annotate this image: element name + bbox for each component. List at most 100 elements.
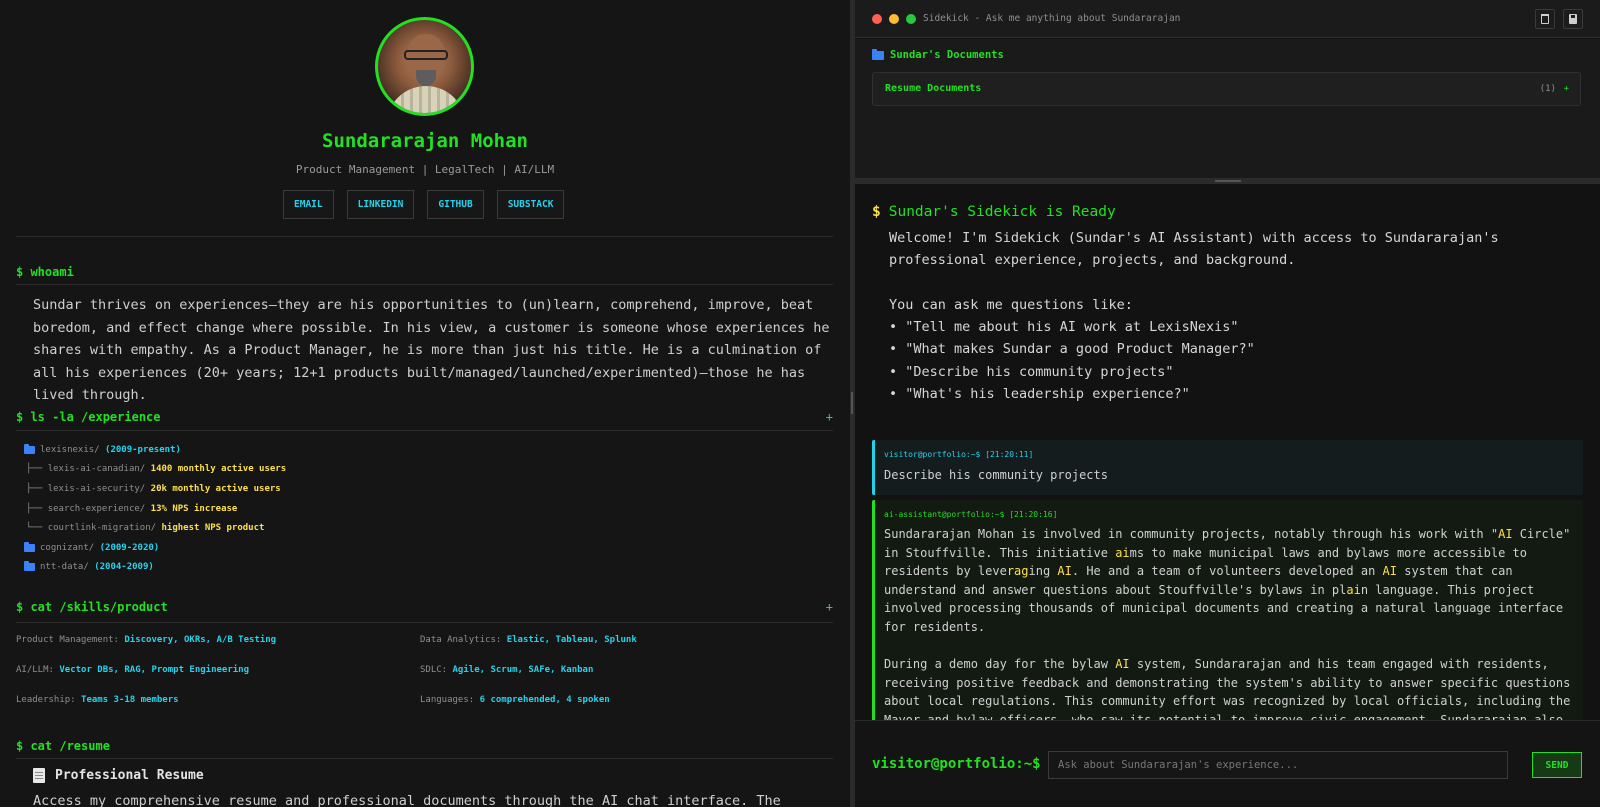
- skill-value: Elastic, Tableau, Splunk: [506, 635, 637, 645]
- social-links: EMAIL LINKEDIN GITHUB SUBSTACK: [283, 190, 565, 219]
- experience-tree: lexisnexis/ (2009-present) ├── lexis-ai-c…: [24, 440, 286, 577]
- folder-icon: [872, 48, 884, 60]
- save-chat-button[interactable]: [1563, 9, 1583, 29]
- chat-input[interactable]: [1048, 751, 1508, 779]
- skill-label: Product Management:: [16, 635, 119, 645]
- message-meta: ai-assistant@portfolio:~$ [21:20:16]: [884, 510, 1058, 519]
- skill-value: Agile, Scrum, SAFe, Kanban: [452, 665, 594, 675]
- folder-icon: [24, 443, 35, 454]
- prompt-symbol: $: [872, 204, 881, 220]
- divider: [16, 236, 833, 237]
- example-question: • "What's his leadership experience?": [889, 386, 1190, 403]
- skill-item: Data Analytics: Elastic, Tableau, Splunk: [420, 635, 637, 645]
- message-paragraph: During a demo day for the bylaw AI syste…: [884, 657, 1571, 720]
- experience-detail: (2009-present): [105, 444, 181, 455]
- folder-icon: [24, 561, 35, 572]
- message-text: Describe his community projects: [884, 468, 1108, 482]
- experience-name: lexisnexis/: [40, 444, 100, 455]
- window-title: Sidekick - Ask me anything about Sundara…: [923, 13, 1181, 24]
- profile-name: Sundararajan Mohan: [322, 130, 528, 152]
- chat-log[interactable]: $ Sundar's Sidekick is Ready Welcome! I'm…: [855, 184, 1600, 720]
- save-icon: [1569, 14, 1577, 24]
- skill-label: Data Analytics:: [420, 635, 502, 645]
- skill-value: Teams 3-18 members: [81, 695, 179, 705]
- experience-row[interactable]: ntt-data/ (2004-2009): [24, 558, 286, 578]
- message-text: Sundararajan Mohan is involved in commun…: [884, 525, 1579, 720]
- experience-title: $ ls -la /experience: [16, 410, 161, 424]
- skill-value: 6 comprehended, 4 spoken: [479, 695, 610, 705]
- experience-toggle[interactable]: +: [826, 410, 833, 424]
- resume-documents-count: (1): [1539, 84, 1556, 94]
- skill-label: SDLC:: [420, 665, 448, 675]
- email-link[interactable]: EMAIL: [283, 190, 334, 219]
- skill-label: Leadership:: [16, 695, 76, 705]
- skill-item: Product Management: Discovery, OKRs, A/B…: [16, 635, 276, 645]
- experience-detail: (2009-2020): [99, 542, 160, 553]
- experience-row[interactable]: └── courtlink-migration/ highest NPS pro…: [24, 518, 286, 538]
- example-question: • "What makes Sundar a good Product Mana…: [889, 341, 1255, 358]
- minimize-window-button[interactable]: [889, 14, 899, 24]
- ready-title: Sundar's Sidekick is Ready: [888, 204, 1116, 220]
- tree-branch: ├──: [26, 483, 48, 494]
- tree-branch: ├──: [26, 464, 48, 475]
- divider: [16, 622, 833, 623]
- resume-text: Access my comprehensive resume and profe…: [33, 793, 781, 807]
- profile-tagline: Product Management | LegalTech | AI/LLM: [295, 163, 555, 176]
- welcome-text: Welcome! I'm Sidekick (Sundar's AI Assis…: [889, 230, 1499, 314]
- maximize-window-button[interactable]: [906, 14, 916, 24]
- experience-detail: 20k monthly active users: [150, 483, 281, 494]
- skills-toggle[interactable]: +: [826, 600, 833, 614]
- experience-detail: 13% NPS increase: [150, 503, 238, 514]
- experience-row[interactable]: lexisnexis/ (2009-present): [24, 440, 286, 460]
- experience-name: cognizant/: [40, 542, 95, 553]
- experience-name: search-experience/: [47, 503, 146, 514]
- whoami-title: $ whoami: [16, 265, 74, 279]
- resume-documents-row[interactable]: Resume Documents (1) +: [872, 72, 1581, 106]
- experience-row[interactable]: ├── lexis-ai-canadian/ 1400 monthly acti…: [24, 460, 286, 480]
- experience-detail: 1400 monthly active users: [150, 464, 287, 475]
- clear-chat-button[interactable]: [1535, 9, 1555, 29]
- whoami-text: Sundar thrives on experiences—they are h…: [33, 297, 830, 403]
- skill-value: Discovery, OKRs, A/B Testing: [124, 635, 277, 645]
- folder-icon: [24, 541, 35, 552]
- skill-label: Languages:: [420, 695, 475, 705]
- experience-row[interactable]: cognizant/ (2009-2020): [24, 538, 286, 558]
- resume-documents-label: Resume Documents: [885, 83, 982, 94]
- input-prompt: visitor@portfolio:~$: [872, 756, 1041, 772]
- documents-header-label: Sundar's Documents: [890, 49, 1004, 61]
- assistant-message: ai-assistant@portfolio:~$ [21:20:16] Sun…: [872, 500, 1583, 720]
- tree-branch: └──: [26, 523, 48, 534]
- avatar: [375, 17, 474, 116]
- document-icon: [33, 768, 45, 783]
- close-window-button[interactable]: [872, 14, 882, 24]
- resume-title: $ cat /resume: [16, 739, 110, 753]
- experience-row[interactable]: ├── lexis-ai-security/ 20k monthly activ…: [24, 479, 286, 499]
- message-paragraph: Sundararajan Mohan is involved in commun…: [884, 527, 1571, 634]
- experience-name: lexis-ai-canadian/: [47, 464, 146, 475]
- experience-name: lexis-ai-security/: [47, 483, 146, 494]
- experience-name: ntt-data/: [40, 562, 89, 573]
- sidekick-window: Sidekick - Ask me anything about Sundara…: [855, 0, 1600, 807]
- example-question: • "Tell me about his AI work at LexisNex…: [889, 319, 1239, 335]
- resume-heading: Professional Resume: [55, 768, 204, 783]
- skill-item: AI/LLM: Vector DBs, RAG, Prompt Engineer…: [16, 665, 249, 675]
- experience-row[interactable]: ├── search-experience/ 13% NPS increase: [24, 499, 286, 519]
- skill-item: SDLC: Agile, Scrum, SAFe, Kanban: [420, 665, 593, 675]
- send-button[interactable]: SEND: [1532, 752, 1582, 778]
- divider: [16, 758, 833, 759]
- skill-label: AI/LLM:: [16, 665, 54, 675]
- resize-grip-icon[interactable]: [1215, 180, 1241, 182]
- expand-icon[interactable]: +: [1564, 84, 1569, 94]
- window-titlebar: Sidekick - Ask me anything about Sundara…: [855, 0, 1600, 38]
- example-question: • "Describe his community projects": [889, 363, 1174, 380]
- linkedin-link[interactable]: LINKEDIN: [346, 190, 415, 219]
- divider: [16, 430, 833, 431]
- trash-icon: [1541, 14, 1549, 24]
- substack-link[interactable]: SUBSTACK: [496, 190, 565, 219]
- chat-input-bar: visitor@portfolio:~$ SEND: [855, 720, 1600, 807]
- github-link[interactable]: GITHUB: [427, 190, 484, 219]
- divider-grip-icon[interactable]: [851, 392, 853, 414]
- skill-item: Leadership: Teams 3-18 members: [16, 695, 179, 705]
- experience-detail: (2004-2009): [94, 562, 154, 573]
- experience-name: courtlink-migration/: [47, 523, 157, 534]
